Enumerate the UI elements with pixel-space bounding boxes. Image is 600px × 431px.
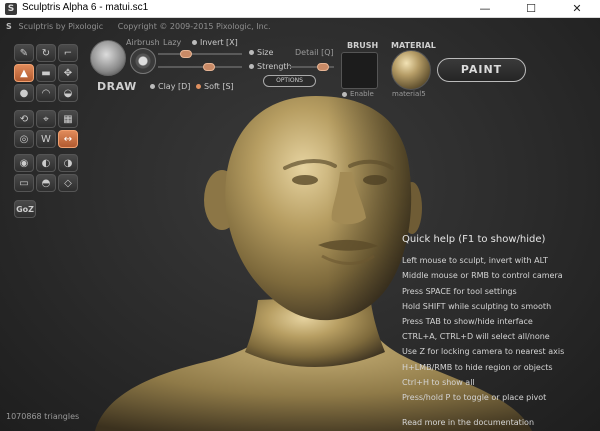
- maximize-button[interactable]: ☐: [508, 0, 554, 18]
- brush-slot[interactable]: [341, 52, 378, 89]
- detail-slider[interactable]: [290, 63, 334, 71]
- copyright-text: Copyright © 2009-2015 Pixologic, Inc.: [117, 22, 271, 31]
- size-slider-knob[interactable]: [180, 50, 192, 58]
- crease-icon[interactable]: ✎: [14, 44, 34, 62]
- rotate-icon[interactable]: ↻: [36, 44, 56, 62]
- strength-slider-knob[interactable]: [203, 63, 215, 71]
- help-line: Use Z for locking camera to nearest axis: [402, 347, 565, 357]
- close-button[interactable]: ✕: [554, 0, 600, 18]
- help-line: Press SPACE for tool settings: [402, 286, 517, 296]
- inflate-icon[interactable]: ●: [14, 84, 34, 102]
- sphere-icon[interactable]: ◉: [14, 154, 34, 172]
- draw-icon[interactable]: ▲: [14, 64, 34, 82]
- brush-header: BRUSH: [347, 41, 379, 50]
- help-line: Middle mouse or RMB to control camera: [402, 271, 563, 281]
- app-icon: S: [5, 3, 17, 15]
- reduce-icon[interactable]: ◒: [58, 84, 78, 102]
- help-line: Left mouse to sculpt, invert with ALT: [402, 256, 548, 266]
- help-line: CTRL+A, CTRL+D will select all/none: [402, 332, 550, 342]
- window-titlebar: S Sculptris Alpha 6 - matui.sc1 — ☐ ✕: [0, 0, 600, 18]
- soft-toggle[interactable]: Soft [S]: [196, 82, 234, 91]
- reduce-selected-icon[interactable]: ◓: [36, 174, 56, 192]
- reduce-brush-icon[interactable]: ◇: [58, 174, 78, 192]
- documentation-link[interactable]: Read more in the documentation: [402, 415, 564, 430]
- grab-icon[interactable]: ✥: [58, 64, 78, 82]
- model-eye-left: [292, 175, 318, 185]
- lazy-label[interactable]: Lazy: [163, 38, 181, 47]
- sculpt-viewport[interactable]: S Sculptris by Pixologic Copyright © 200…: [0, 18, 600, 431]
- minimize-button[interactable]: —: [462, 0, 508, 18]
- help-line: Hold SHIFT while sculpting to smooth: [402, 301, 552, 311]
- help-line: H+LMB/RMB to hide region or objects: [402, 362, 553, 372]
- top-info-line: S Sculptris by Pixologic Copyright © 200…: [6, 22, 271, 31]
- paint-button[interactable]: PAINT: [437, 58, 526, 82]
- help-line: Press TAB to show/hide interface: [402, 317, 533, 327]
- help-line: Press/hold P to toggle or place pivot: [402, 393, 547, 403]
- invert-toggle[interactable]: Invert [X]: [192, 38, 238, 47]
- detail-slider-knob[interactable]: [317, 63, 329, 71]
- smooth-icon[interactable]: ◠: [36, 84, 56, 102]
- draw-brush-icon[interactable]: [90, 40, 126, 76]
- show-all-icon[interactable]: ↔: [58, 130, 78, 148]
- mask-icon[interactable]: ◎: [14, 130, 34, 148]
- product-name: Sculptris by Pixologic: [18, 22, 104, 31]
- triangle-count: 1070868 triangles: [6, 412, 80, 421]
- flatten-icon[interactable]: ▬: [36, 64, 56, 82]
- material-name: material5: [392, 90, 426, 98]
- detail-label: Detail [Q]: [295, 48, 334, 57]
- options-button[interactable]: OPTIONS: [263, 75, 316, 87]
- grid-icon[interactable]: ▦: [58, 110, 78, 128]
- draw-tool-label: DRAW: [97, 80, 137, 93]
- brush-stroke-icon[interactable]: [130, 48, 156, 74]
- model-eye-right: [363, 175, 387, 185]
- plane-icon[interactable]: ◐: [36, 154, 56, 172]
- strength-label: Strength: [249, 62, 292, 71]
- clay-toggle[interactable]: Clay [D]: [150, 82, 190, 91]
- wireframe-icon[interactable]: ⌖: [36, 110, 56, 128]
- window-title: Sculptris Alpha 6 - matui.sc1: [22, 2, 149, 13]
- material-swatch[interactable]: [391, 50, 431, 90]
- quick-help-panel: Quick help (F1 to show/hide) Left mouse …: [402, 232, 564, 430]
- sculptris-logo-icon: S: [6, 22, 12, 31]
- airbrush-label[interactable]: Airbrush: [126, 38, 160, 47]
- quick-help-title: Quick help (F1 to show/hide): [402, 234, 546, 245]
- size-label: Size: [249, 48, 273, 57]
- pinch-icon[interactable]: ⌐: [58, 44, 78, 62]
- goz-button[interactable]: GoZ: [14, 200, 36, 218]
- symmetry-icon[interactable]: ⟲: [14, 110, 34, 128]
- material-header: MATERIAL: [391, 41, 436, 50]
- mesh-icon[interactable]: ◑: [58, 154, 78, 172]
- strength-slider[interactable]: [158, 63, 242, 71]
- brush-enable-toggle[interactable]: Enable: [342, 90, 374, 98]
- help-line: Ctrl+H to show all: [402, 377, 475, 387]
- invert-mask-icon[interactable]: W: [36, 130, 56, 148]
- subdivide-icon[interactable]: ▭: [14, 174, 34, 192]
- size-slider[interactable]: [158, 50, 242, 58]
